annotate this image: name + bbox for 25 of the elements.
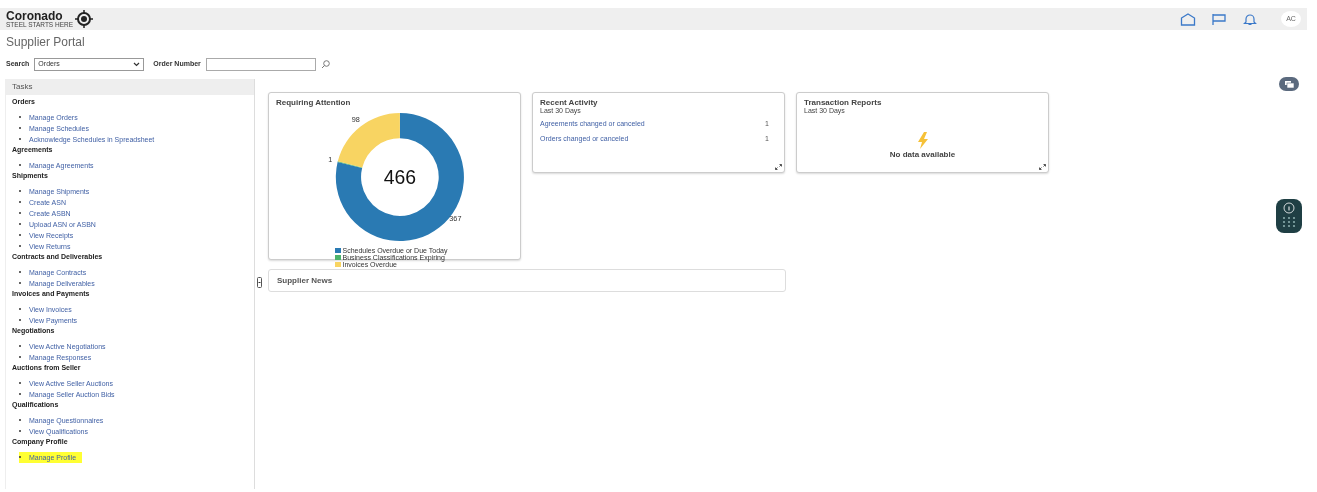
home-icon[interactable] (1180, 12, 1196, 26)
tasks-header: Tasks (6, 79, 254, 95)
page-title: Supplier Portal (6, 35, 86, 49)
resize-icon[interactable] (775, 164, 782, 170)
lightning-icon (916, 132, 929, 149)
empty-message: No data available (889, 149, 956, 161)
info-widget-icon[interactable] (1276, 199, 1302, 233)
logo-text: Coronado (6, 10, 63, 22)
target-logo-icon (75, 10, 94, 28)
card-title: Transaction Reports (804, 98, 883, 107)
legend-swatch (334, 248, 341, 253)
cards-icon[interactable] (1279, 77, 1299, 91)
search-icon[interactable] (320, 60, 330, 69)
bell-icon[interactable] (1242, 12, 1258, 26)
order-number-field[interactable] (205, 58, 316, 71)
legend-swatch (334, 262, 341, 267)
resize-icon[interactable] (1039, 164, 1046, 170)
news-title: Supplier News (277, 276, 334, 285)
legend-swatch (334, 255, 341, 260)
center-total: 466 (383, 165, 417, 188)
card-title: Requiring Attention (276, 98, 352, 107)
flag-icon[interactable] (1211, 12, 1227, 26)
caret-icon (133, 62, 141, 67)
card-title: Recent Activity (540, 98, 599, 107)
collapse-handle-icon[interactable] (257, 277, 262, 288)
